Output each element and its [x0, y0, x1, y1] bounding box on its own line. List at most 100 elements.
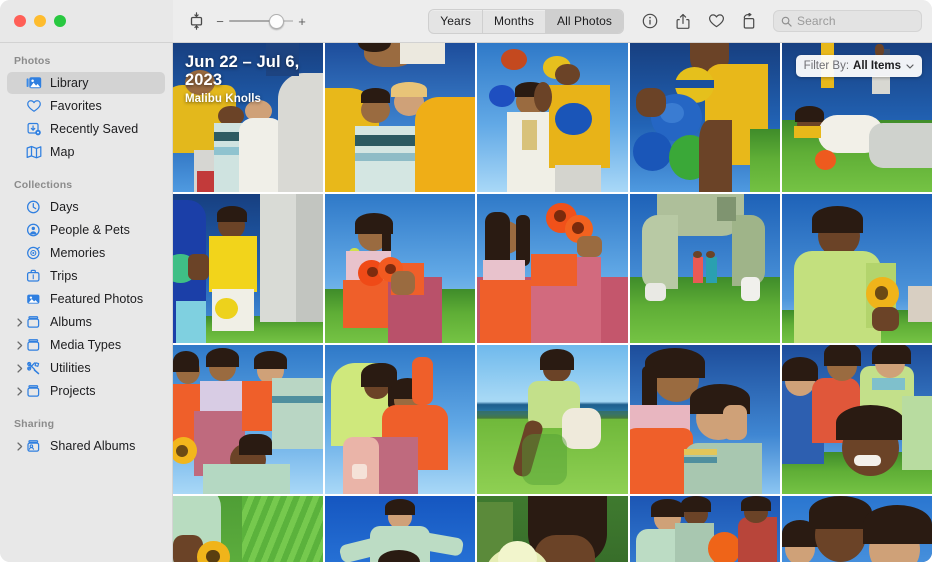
chevron-right-icon[interactable] [14, 340, 25, 350]
tab-all-photos[interactable]: All Photos [545, 9, 623, 33]
zoom-slider[interactable] [229, 13, 293, 29]
photo-cell[interactable]: Jun 22 – Jul 6, 2023 Malibu Knolls [173, 43, 324, 192]
sidebar-item-media-types[interactable]: Media Types [7, 334, 165, 356]
sidebar-item-label: Media Types [50, 337, 122, 352]
photo-cell[interactable] [325, 194, 476, 343]
sidebar-item-label: Memories [50, 245, 106, 260]
photos-window: − + Years Months All Photos Search Photo… [0, 0, 932, 562]
recently-saved-icon [26, 122, 44, 136]
photo-thumbnail [629, 43, 780, 192]
shared-album-icon [26, 439, 44, 453]
sidebar-item-albums[interactable]: Albums [7, 311, 165, 333]
photo-cell[interactable] [325, 43, 476, 192]
filter-by-dropdown[interactable]: Filter By: All Items [795, 55, 922, 77]
map-icon [26, 145, 44, 159]
zoom-slider-group[interactable]: − + [216, 13, 306, 29]
photo-cell[interactable] [477, 496, 628, 562]
sidebar-item-map[interactable]: Map [7, 141, 165, 163]
tab-years[interactable]: Years [429, 9, 484, 33]
view-mode-segmented-control[interactable]: Years Months All Photos [428, 8, 624, 34]
sidebar-item-people-and-pets[interactable]: People & Pets [7, 219, 165, 241]
sidebar-item-library[interactable]: Library [7, 72, 165, 94]
sidebar-item-label: Trips [50, 268, 78, 283]
photo-cell[interactable] [629, 194, 780, 343]
share-icon[interactable] [673, 11, 693, 31]
photo-cell[interactable] [629, 496, 780, 562]
photo-thumbnail [781, 194, 932, 343]
favorite-heart-icon[interactable] [706, 11, 726, 31]
toolbar-icon-group [640, 11, 759, 31]
photo-cell[interactable] [477, 43, 628, 192]
sidebar-item-label: Projects [50, 383, 96, 398]
filter-value: All Items [853, 60, 901, 72]
sidebar-item-featured-photos[interactable]: Featured Photos [7, 288, 165, 310]
sidebar-section-photos-title: Photos [14, 55, 51, 67]
sidebar-item-days[interactable]: Days [7, 196, 165, 218]
search-input[interactable]: Search [773, 10, 922, 32]
sidebar-item-trips[interactable]: Trips [7, 265, 165, 287]
album-icon [26, 315, 44, 329]
photo-thumbnail [477, 43, 628, 192]
photo-thumbnail [325, 43, 476, 192]
photo-cell[interactable] [325, 345, 476, 494]
zoom-in-label[interactable]: + [298, 15, 306, 28]
sidebar-item-label: Favorites [50, 98, 102, 113]
close-button[interactable] [14, 15, 26, 27]
photo-cell[interactable] [477, 194, 628, 343]
library-icon [26, 76, 44, 90]
sidebar-item-favorites[interactable]: Favorites [7, 95, 165, 117]
sidebar-item-memories[interactable]: Memories [7, 242, 165, 264]
rotate-icon[interactable] [739, 11, 759, 31]
sidebar-item-label: Recently Saved [50, 121, 139, 136]
photo-thumbnail [781, 345, 932, 494]
utilities-icon [26, 361, 44, 375]
photo-thumbnail [325, 496, 476, 562]
photo-cell[interactable] [781, 345, 932, 494]
chevron-right-icon[interactable] [14, 317, 25, 327]
photo-cell[interactable] [173, 345, 324, 494]
titlebar: − + Years Months All Photos Search [0, 0, 932, 43]
photo-grid-container[interactable]: Jun 22 – Jul 6, 2023 Malibu Knolls Filte… [173, 43, 932, 562]
sidebar: Photos Library Favorites Recently Saved … [0, 43, 173, 562]
photo-cell[interactable] [781, 194, 932, 343]
window-controls [14, 15, 66, 27]
titlebar-right: − + Years Months All Photos Search [173, 0, 932, 42]
photo-cell[interactable] [173, 496, 324, 562]
vertical-scrollbar[interactable] [927, 45, 931, 195]
minimize-button[interactable] [34, 15, 46, 27]
sidebar-item-shared-albums[interactable]: Shared Albums [7, 435, 165, 457]
zoom-button[interactable] [54, 15, 66, 27]
featured-photo-icon [26, 292, 44, 306]
filter-label: Filter By: [803, 60, 850, 72]
photo-thumbnail [173, 43, 324, 192]
photo-thumbnail [173, 496, 324, 562]
info-icon[interactable] [640, 11, 660, 31]
photo-thumbnail [173, 345, 324, 494]
photo-cell[interactable] [781, 496, 932, 562]
chevron-right-icon[interactable] [14, 363, 25, 373]
photo-thumbnail [629, 345, 780, 494]
aspect-ratio-icon[interactable] [185, 10, 207, 32]
zoom-controls: − + [185, 10, 306, 32]
zoom-out-label[interactable]: − [216, 15, 224, 28]
titlebar-left [0, 0, 173, 42]
sidebar-item-utilities[interactable]: Utilities [7, 357, 165, 379]
photo-cell[interactable] [629, 345, 780, 494]
chevron-right-icon[interactable] [14, 386, 25, 396]
sidebar-item-recently-saved[interactable]: Recently Saved [7, 118, 165, 140]
photo-cell[interactable] [477, 345, 628, 494]
slider-knob[interactable] [269, 13, 284, 29]
sidebar-item-label: Albums [50, 314, 92, 329]
chevron-right-icon[interactable] [14, 441, 25, 451]
sidebar-item-projects[interactable]: Projects [7, 380, 165, 402]
photo-cell[interactable]: Filter By: All Items [781, 43, 932, 192]
photo-thumbnail [325, 345, 476, 494]
photo-thumbnail [173, 194, 324, 343]
person-circle-icon [26, 223, 44, 237]
photo-thumbnail [325, 194, 476, 343]
photo-cell[interactable] [629, 43, 780, 192]
tab-months[interactable]: Months [483, 9, 546, 33]
photo-cell[interactable] [325, 496, 476, 562]
photo-cell[interactable] [173, 194, 324, 343]
